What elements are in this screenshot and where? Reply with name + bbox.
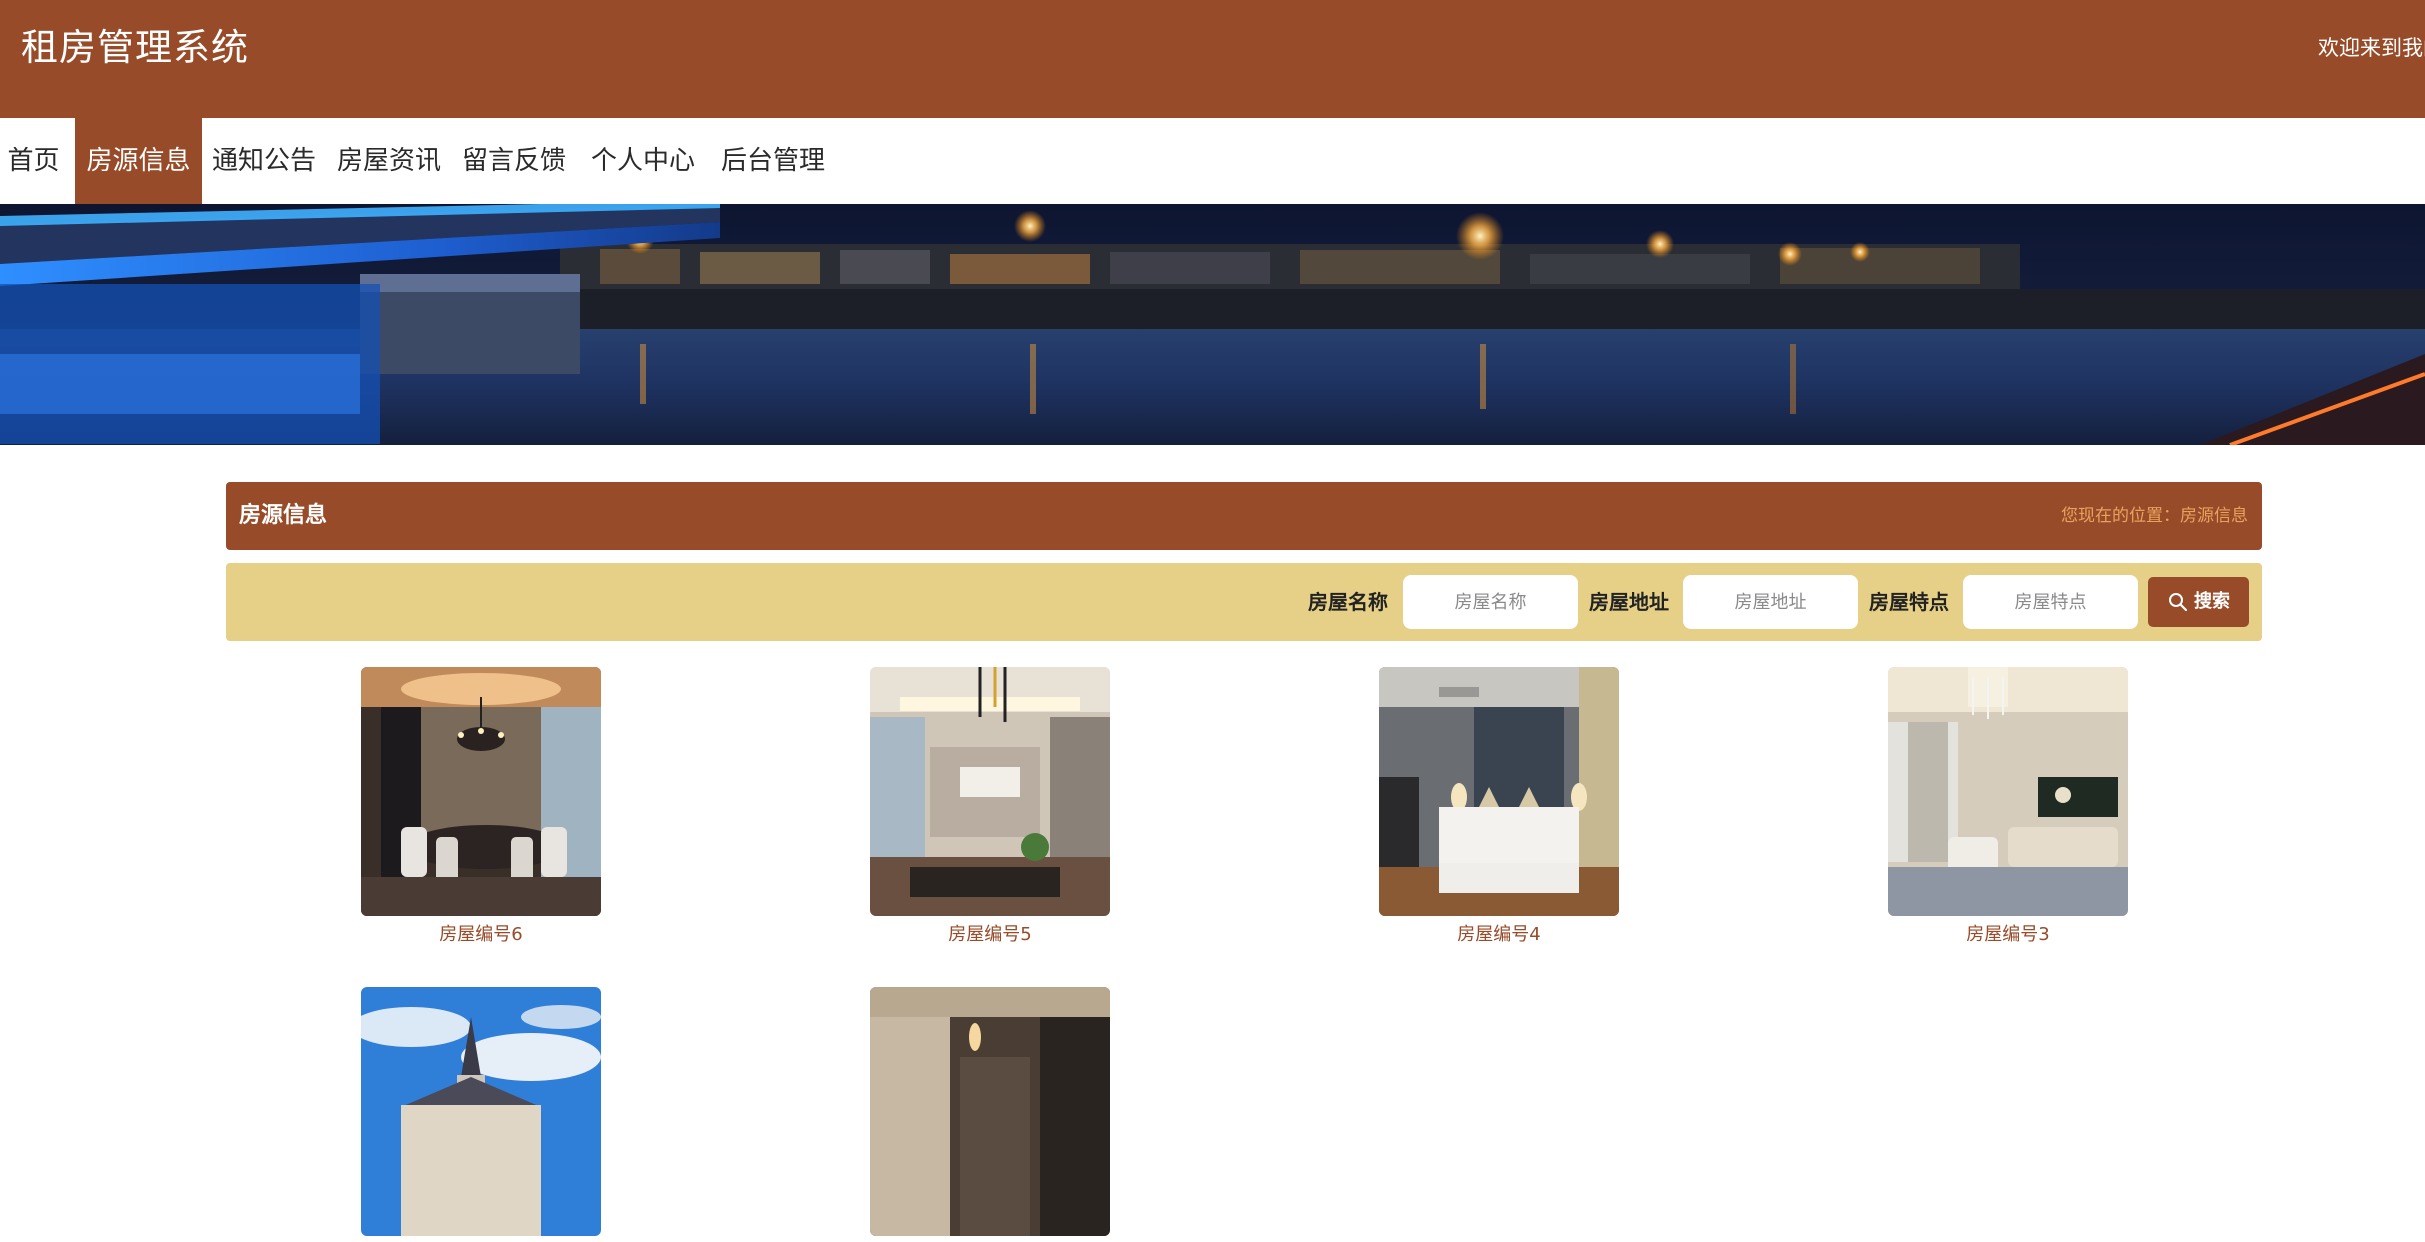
house-name-link[interactable]: 房屋编号6 <box>361 922 601 948</box>
search-bar: 房屋名称 房屋地址 房屋特点 搜索 <box>226 563 2262 641</box>
house-thumbnail[interactable] <box>361 667 601 916</box>
house-card[interactable]: 房屋编号4 <box>1379 667 1619 948</box>
nav-item-home[interactable]: 首页 <box>0 118 67 204</box>
house-card[interactable]: 房屋编号6 <box>361 667 601 948</box>
section-header: 房源信息 您现在的位置：房源信息 <box>226 482 2262 550</box>
banner-image <box>0 204 2425 445</box>
house-name-link[interactable]: 房屋编号4 <box>1379 922 1619 948</box>
house-name-input[interactable] <box>1403 575 1578 629</box>
house-name-label: 房屋名称 <box>1308 590 1388 614</box>
house-card[interactable]: 房屋编号5 <box>870 667 1110 948</box>
house-thumbnail[interactable] <box>870 987 1110 1236</box>
house-thumbnail[interactable] <box>870 667 1110 916</box>
nav-item-notices[interactable]: 通知公告 <box>212 118 316 204</box>
house-card[interactable]: 房屋编号3 <box>1888 667 2128 948</box>
banner-carousel[interactable] <box>0 204 2425 445</box>
house-name-link[interactable]: 房屋编号3 <box>1888 922 2128 948</box>
search-icon <box>2169 593 2188 612</box>
main-nav: 首页 房源信息 通知公告 房屋资讯 留言反馈 个人中心 后台管理 <box>0 118 2425 204</box>
nav-item-profile[interactable]: 个人中心 <box>591 118 695 204</box>
nav-item-admin[interactable]: 后台管理 <box>721 118 825 204</box>
top-header: 租房管理系统 欢迎来到我的 <box>0 0 2425 118</box>
house-address-input[interactable] <box>1683 575 1858 629</box>
house-thumbnail[interactable] <box>1379 667 1619 916</box>
welcome-text: 欢迎来到我的 <box>2318 36 2425 60</box>
house-thumbnail[interactable] <box>361 987 601 1236</box>
house-feature-label: 房屋特点 <box>1869 590 1949 614</box>
house-thumbnail[interactable] <box>1888 667 2128 916</box>
nav-item-listings[interactable]: 房源信息 <box>75 118 202 204</box>
house-address-label: 房屋地址 <box>1589 590 1669 614</box>
nav-item-news[interactable]: 房屋资讯 <box>337 118 441 204</box>
breadcrumb: 您现在的位置：房源信息 <box>2061 506 2248 526</box>
section-title: 房源信息 <box>239 503 328 528</box>
search-button-label: 搜索 <box>2194 591 2230 612</box>
search-button[interactable]: 搜索 <box>2148 577 2249 627</box>
nav-item-feedback[interactable]: 留言反馈 <box>462 118 566 204</box>
house-card[interactable] <box>361 987 601 1242</box>
app-title: 租房管理系统 <box>21 26 249 69</box>
house-card[interactable] <box>870 987 1110 1242</box>
house-feature-input[interactable] <box>1963 575 2138 629</box>
house-name-link[interactable]: 房屋编号5 <box>870 922 1110 948</box>
